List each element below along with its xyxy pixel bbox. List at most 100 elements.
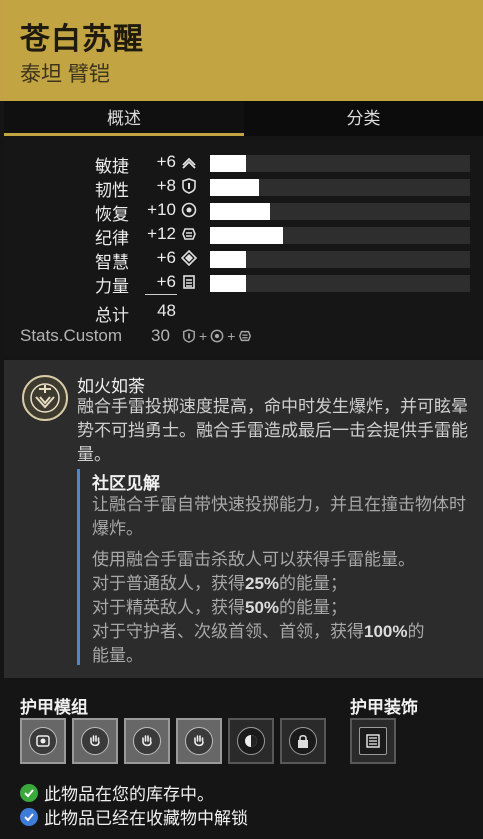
plus-sign: + (199, 328, 208, 344)
stat-value: +6 (156, 272, 176, 291)
stat-bar (210, 227, 470, 244)
stat-bar (210, 179, 470, 196)
strength-icon (183, 275, 195, 289)
community-line: 对于普通敌人，获得25%的能量； (92, 572, 472, 596)
artifice-mod-icon (237, 727, 265, 755)
text-bold: 100% (364, 622, 408, 641)
item-popup: 苍白苏醒 泰坦 臂铠 概述 分类 敏捷 +6 韧性 +8 恢复 +10 纪律 +… (0, 0, 483, 839)
community-text-1: 让融合手雷自带快速投掷能力，并且在撞击物体时爆炸。 (92, 495, 466, 538)
item-name: 苍白苏醒 (20, 23, 144, 56)
stat-row-recovery: 恢复 +10 (4, 200, 483, 224)
stat-name: 敏捷 (95, 157, 129, 176)
item-type: 泰坦 臂铠 (20, 63, 110, 86)
custom-stats-formula: + + (182, 328, 252, 344)
hand-mod-icon (133, 727, 161, 755)
stat-name: 力量 (95, 277, 129, 296)
discipline-icon (182, 228, 196, 240)
grenade-mod-icon (29, 727, 57, 755)
text-segment: 对于普通敌人，获得 (92, 574, 245, 593)
perk-description: 融合手雷投掷速度提高，命中时发生爆炸，并可眩晕势不可挡勇士。融合手雷造成最后一击… (77, 397, 468, 464)
resilience-icon (183, 329, 195, 343)
text-bold: 50% (245, 598, 280, 617)
stat-value: +8 (156, 176, 176, 195)
perk-icon[interactable] (22, 375, 68, 421)
perk-section: 如火如荼 融合手雷投掷速度提高，命中时发生爆炸，并可眩晕势不可挡勇士。融合手雷造… (4, 360, 483, 678)
text-segment: 的能量； (279, 574, 348, 593)
total-label: 总计 (95, 306, 129, 325)
text-segment: 对于精英敌人，获得 (92, 598, 245, 617)
perk-name: 如火如荼 (77, 377, 145, 396)
fusion-grenade-icon (30, 383, 60, 413)
inventory-note: 此物品在您的库存中。 (20, 780, 214, 805)
community-title: 社区见解 (92, 474, 160, 493)
total-divider (145, 294, 177, 295)
text-segment: 对于守护者、次级首领、首领，获得 (92, 622, 364, 641)
plus-sign: + (227, 328, 236, 344)
recovery-icon (210, 329, 224, 343)
community-line: 使用融合手雷击杀敌人可以获得手雷能量。 (92, 550, 415, 569)
resilience-icon (182, 178, 196, 194)
community-line: 能量。 (92, 646, 143, 665)
check-blue-icon (20, 807, 38, 826)
stat-bar-fill (210, 179, 260, 196)
stat-bar-fill (210, 275, 247, 292)
stat-bar (210, 155, 470, 172)
mod-slot-1[interactable] (20, 718, 66, 764)
armor-ornament-title: 护甲装饰 (350, 698, 418, 717)
stat-bar-fill (210, 251, 247, 268)
locked-mod-icon (289, 727, 317, 755)
recovery-icon (181, 202, 197, 218)
mod-slot-5[interactable] (228, 718, 274, 764)
mod-slot-6[interactable] (280, 718, 326, 764)
ornament-icon (359, 727, 387, 755)
discipline-icon (239, 330, 252, 342)
tab-category[interactable]: 分类 (244, 101, 483, 136)
collection-note: 此物品已经在收藏物中解锁 (20, 804, 248, 829)
tab-overview[interactable]: 概述 (4, 101, 244, 136)
stat-name: 恢复 (95, 205, 129, 224)
stat-bar (210, 251, 470, 268)
intellect-icon (181, 250, 197, 266)
stat-value: +6 (156, 152, 176, 171)
mobility-icon (182, 157, 196, 169)
custom-stats-value: 30 (151, 326, 170, 345)
stat-row-discipline: 纪律 +12 (4, 224, 483, 248)
check-green-icon (20, 783, 38, 802)
stat-row-intellect: 智慧 +6 (4, 248, 483, 272)
hand-mod-icon (185, 727, 213, 755)
stat-row-mobility: 敏捷 +6 (4, 152, 483, 176)
tab-bar: 概述 分类 (4, 101, 483, 136)
stat-row-strength: 力量 +6 (4, 272, 483, 296)
stat-bar-fill (210, 203, 270, 220)
mods-section: 护甲模组 护甲装饰 此物品在您的库存中。 此物品已经在收藏物中解锁 (4, 683, 483, 839)
stats-section: 敏捷 +6 韧性 +8 恢复 +10 纪律 +12 智慧 +6 力量 +6 总计… (4, 140, 483, 355)
stat-bar-fill (210, 227, 283, 244)
armor-mods-title: 护甲模组 (20, 698, 88, 717)
stat-bar-fill (210, 155, 247, 172)
stat-bar (210, 203, 470, 220)
hand-mod-icon (81, 727, 109, 755)
stat-name: 智慧 (95, 253, 129, 272)
stat-value: +10 (147, 200, 176, 219)
stat-name: 韧性 (95, 181, 129, 200)
community-line: 对于精英敌人，获得50%的能量； (92, 596, 472, 620)
custom-stats-label: Stats.Custom (20, 326, 123, 345)
stat-value: +6 (156, 248, 176, 267)
text-segment: 的 (407, 622, 425, 641)
community-line: 对于守护者、次级首领、首领，获得100%的 (92, 620, 472, 644)
stat-row-resilience: 韧性 +8 (4, 176, 483, 200)
mod-slot-3[interactable] (124, 718, 170, 764)
mod-slot-4[interactable] (176, 718, 222, 764)
text-bold: 25% (245, 574, 280, 593)
stat-value: +12 (147, 224, 176, 243)
stat-bar (210, 275, 470, 292)
mod-slot-2[interactable] (72, 718, 118, 764)
collection-note-text: 此物品已经在收藏物中解锁 (44, 809, 248, 828)
text-segment: 的能量； (279, 598, 348, 617)
stat-name: 纪律 (95, 229, 129, 248)
item-header: 苍白苏醒 泰坦 臂铠 (4, 0, 483, 101)
community-insight: 社区见解 让融合手雷自带快速投掷能力，并且在撞击物体时爆炸。 使用融合手雷击杀敌… (77, 469, 475, 665)
ornament-slot[interactable] (350, 718, 396, 764)
total-value: 48 (157, 301, 176, 320)
inventory-note-text: 此物品在您的库存中。 (44, 785, 214, 804)
